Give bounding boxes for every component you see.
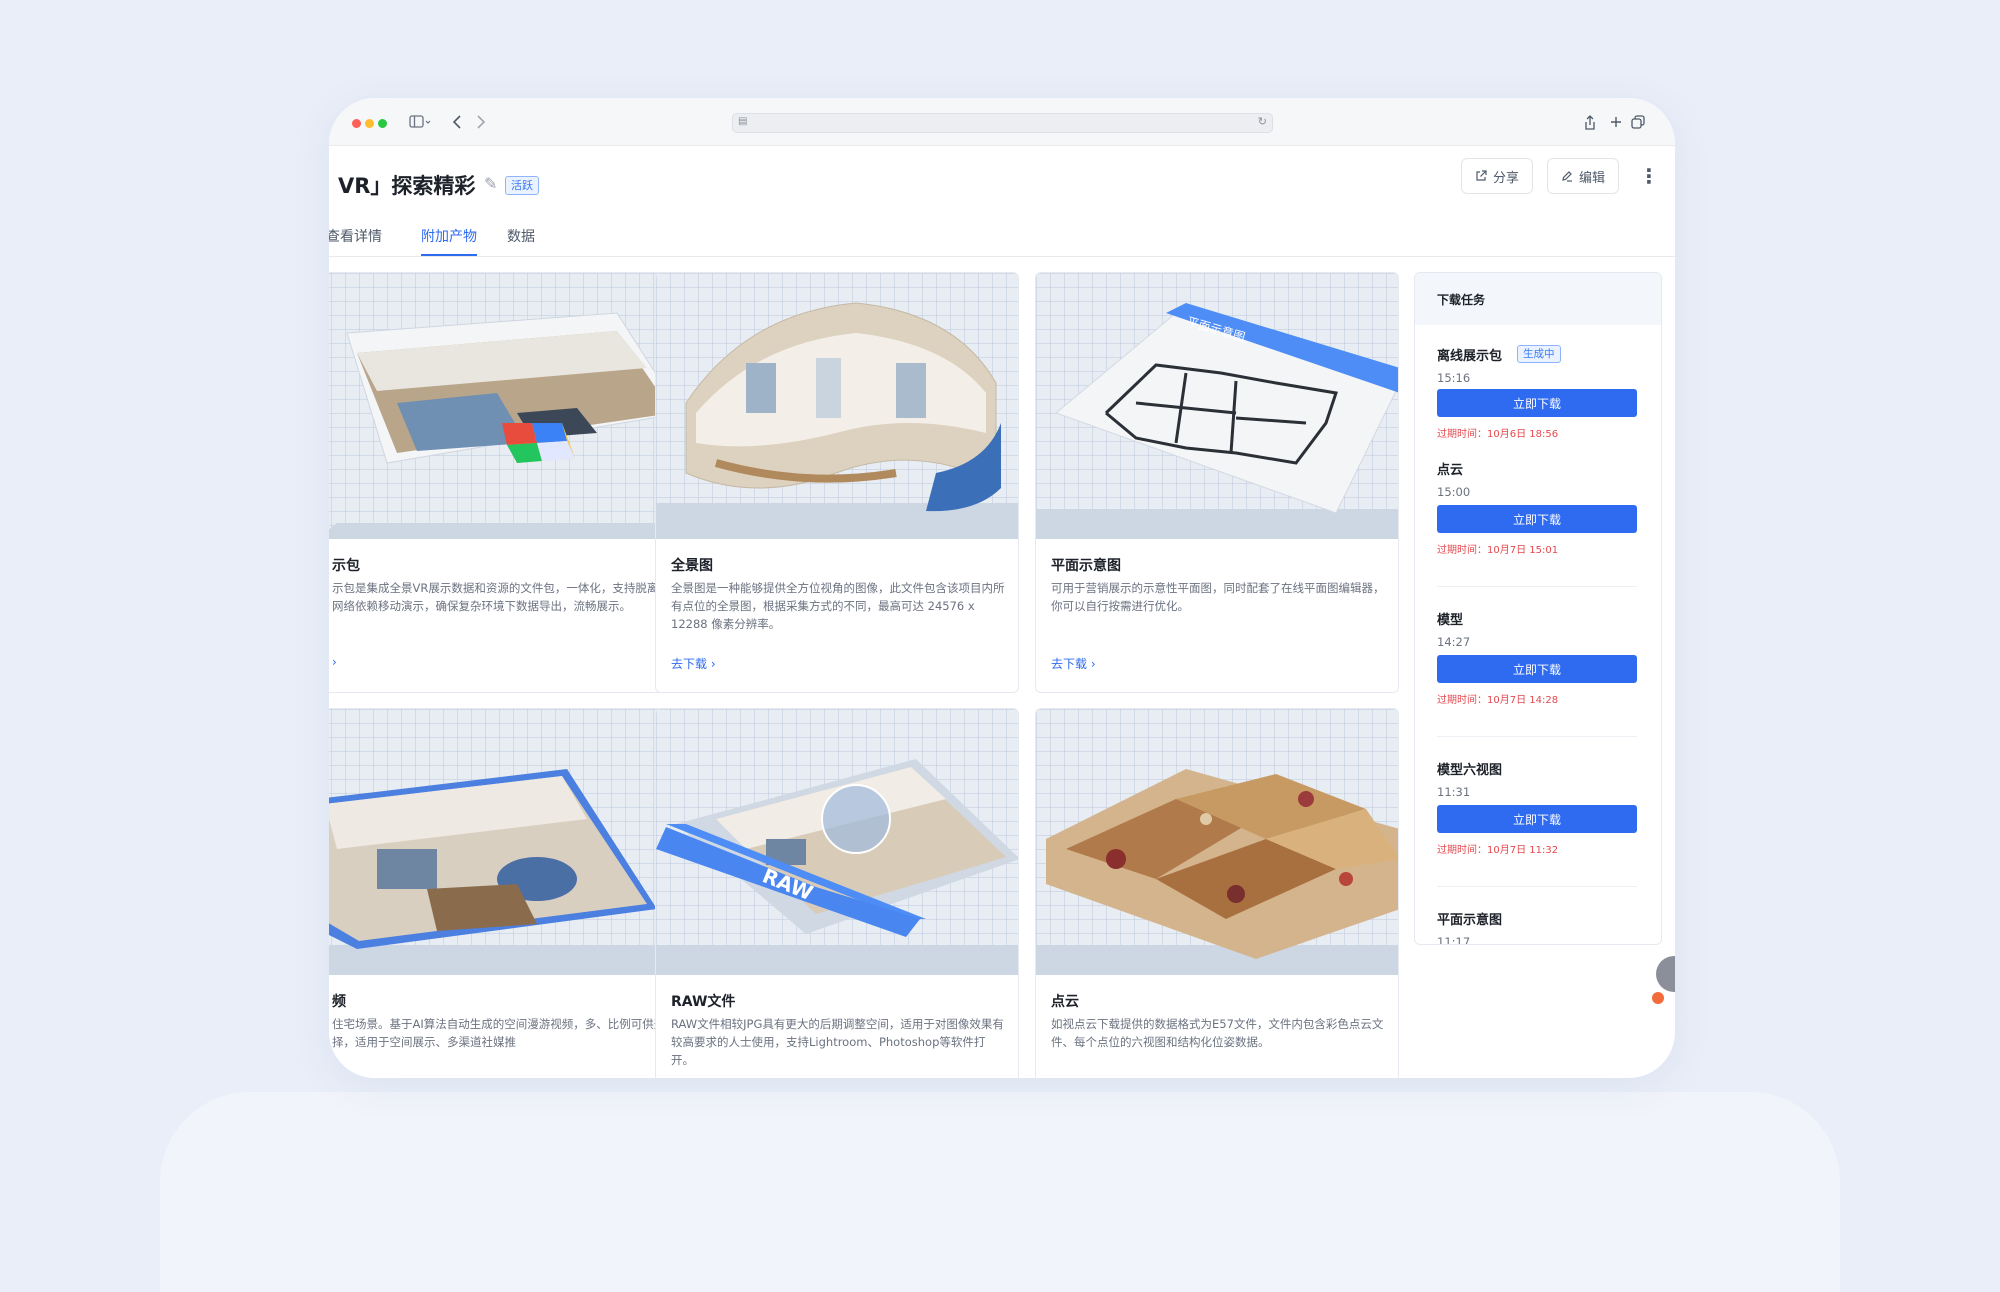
download-link[interactable]: › <box>332 655 337 669</box>
floating-assistant-avatar[interactable] <box>1656 956 1675 992</box>
external-link-icon <box>1476 170 1487 181</box>
sidebar-toggle-icon[interactable] <box>406 112 434 132</box>
download-link[interactable]: 去下载 › <box>1051 655 1096 672</box>
product-card-panorama[interactable]: 全景图 全景图是一种能够提供全方位视角的图像，此文件包含该项目内所有点位的全景图… <box>655 272 1019 693</box>
download-now-button[interactable]: 立即下载 <box>1437 505 1637 533</box>
panel-header: 下载任务 <box>1415 273 1661 325</box>
task-name: 模型六视图 <box>1437 763 1503 778</box>
divider <box>1437 586 1637 587</box>
minimize-window-button[interactable] <box>365 119 374 128</box>
maximize-window-button[interactable] <box>378 119 387 128</box>
task-time: 15:16 <box>1437 371 1471 385</box>
expire-time: 过期时间：10月7日 14:28 <box>1437 695 1559 706</box>
close-window-button[interactable] <box>352 119 361 128</box>
edit-button[interactable]: 编辑 <box>1547 158 1619 194</box>
generating-badge: 生成中 <box>1517 345 1561 363</box>
new-tab-icon[interactable] <box>1608 112 1624 132</box>
edit-label: 编辑 <box>1578 170 1605 186</box>
divider <box>1437 886 1637 887</box>
browser-window: ▤ ↻ VR」探索精彩 ✎ 活跃 分享 编辑 ⋮ 查看详情 附加产物 数据 示包… <box>329 98 1675 1078</box>
tab-bar: 查看详情 附加产物 数据 <box>329 226 1675 257</box>
page-title: VR」探索精彩 <box>338 174 476 198</box>
product-card-raw[interactable]: RAW RAW文件 RAW文件相较JPG具有更大的后期调整空间，适用于对图像效果… <box>655 708 1019 1078</box>
card-description: 可用于营销展示的示意性平面图，同时配套了在线平面图编辑器，你可以自行按需进行优化… <box>1051 581 1385 613</box>
expire-time: 过期时间：10月7日 11:32 <box>1437 845 1559 856</box>
card-title: 示包 <box>332 558 360 574</box>
more-options-icon[interactable]: ⋮ <box>1639 164 1659 188</box>
share-page-icon[interactable] <box>1582 112 1598 132</box>
site-info-icon: ▤ <box>738 116 748 127</box>
edit-title-icon[interactable]: ✎ <box>484 174 497 193</box>
offline-package-thumbnail <box>329 273 679 539</box>
product-card-pointcloud[interactable]: 点云 如视点云下载提供的数据格式为E57文件，文件内包含彩色点云文件、每个点位的… <box>1035 708 1399 1078</box>
divider <box>1437 736 1637 737</box>
task-time: 14:27 <box>1437 635 1471 649</box>
card-title: 全景图 <box>671 558 713 574</box>
task-name: 点云 <box>1437 463 1464 478</box>
status-badge: 活跃 <box>505 176 539 195</box>
card-description: RAW文件相较JPG具有更大的后期调整空间，适用于对图像效果有较高要求的人士使用… <box>671 1017 1004 1067</box>
task-time: 11:31 <box>1437 785 1471 799</box>
forward-icon[interactable] <box>474 112 488 132</box>
card-title: 频 <box>332 994 346 1010</box>
task-time: 15:00 <box>1437 485 1471 499</box>
tab-data[interactable]: 数据 <box>507 226 535 246</box>
download-now-button[interactable]: 立即下载 <box>1437 655 1637 683</box>
product-card-floorplan[interactable]: 平面示意图 平面示意图 可用于营销展示的示意性平面图，同时配套了在线平面图编辑器… <box>1035 272 1399 693</box>
card-title: 点云 <box>1051 994 1079 1010</box>
task-name: 离线展示包 <box>1437 349 1503 364</box>
card-description: 全景图是一种能够提供全方位视角的图像，此文件包含该项目内所有点位的全景图，根据采… <box>671 581 1005 631</box>
panorama-thumbnail <box>656 273 1018 539</box>
share-button[interactable]: 分享 <box>1461 158 1533 194</box>
download-now-button[interactable]: 立即下载 <box>1437 389 1637 417</box>
pointcloud-thumbnail <box>1036 709 1398 975</box>
expire-time: 过期时间：10月7日 15:01 <box>1437 545 1559 556</box>
pencil-icon <box>1562 171 1572 182</box>
browser-toolbar: ▤ ↻ <box>329 98 1675 146</box>
task-name: 平面示意图 <box>1437 913 1503 928</box>
tab-overview-icon[interactable] <box>1630 112 1646 132</box>
card-title: RAW文件 <box>671 994 736 1010</box>
task-time: 11:17 <box>1437 935 1471 945</box>
reload-icon[interactable]: ↻ <box>1258 115 1267 128</box>
video-thumbnail <box>329 709 679 975</box>
active-tab-indicator <box>421 254 477 256</box>
floorplan-thumbnail: 平面示意图 <box>1036 273 1398 539</box>
task-name: 模型 <box>1437 613 1464 628</box>
card-description: 如视点云下载提供的数据格式为E57文件，文件内包含彩色点云文件、每个点位的六视图… <box>1051 1017 1384 1049</box>
download-link[interactable]: 去下载 › <box>671 655 716 672</box>
notification-dot <box>1652 992 1664 1004</box>
download-now-button[interactable]: 立即下载 <box>1437 805 1637 833</box>
tab-additional-products[interactable]: 附加产物 <box>421 226 477 246</box>
back-icon[interactable] <box>450 112 464 132</box>
tab-details[interactable]: 查看详情 <box>329 226 382 246</box>
panel-title: 下载任务 <box>1437 293 1486 307</box>
raw-thumbnail: RAW <box>656 709 1018 975</box>
download-tasks-panel: 下载任务 离线展示包 生成中 15:16 立即下载 过期时间：10月6日 18:… <box>1414 272 1662 945</box>
card-description: 住宅场景。基于AI算法自动生成的空间漫游视频，多、比例可供选择，适用于空间展示、… <box>332 1017 666 1049</box>
stage-base <box>160 1092 1840 1292</box>
card-description: 示包是集成全景VR展示数据和资源的文件包，一体化，支持脱离网络依赖移动演示，确保… <box>332 581 659 613</box>
product-card-offline-package[interactable]: 示包 示包是集成全景VR展示数据和资源的文件包，一体化，支持脱离网络依赖移动演示… <box>329 272 680 693</box>
share-label: 分享 <box>1492 170 1519 186</box>
expire-time: 过期时间：10月6日 18:56 <box>1437 429 1559 440</box>
card-title: 平面示意图 <box>1051 558 1121 574</box>
address-bar[interactable]: ▤ ↻ <box>732 113 1273 133</box>
product-card-video[interactable]: 频 住宅场景。基于AI算法自动生成的空间漫游视频，多、比例可供选择，适用于空间展… <box>329 708 680 1078</box>
